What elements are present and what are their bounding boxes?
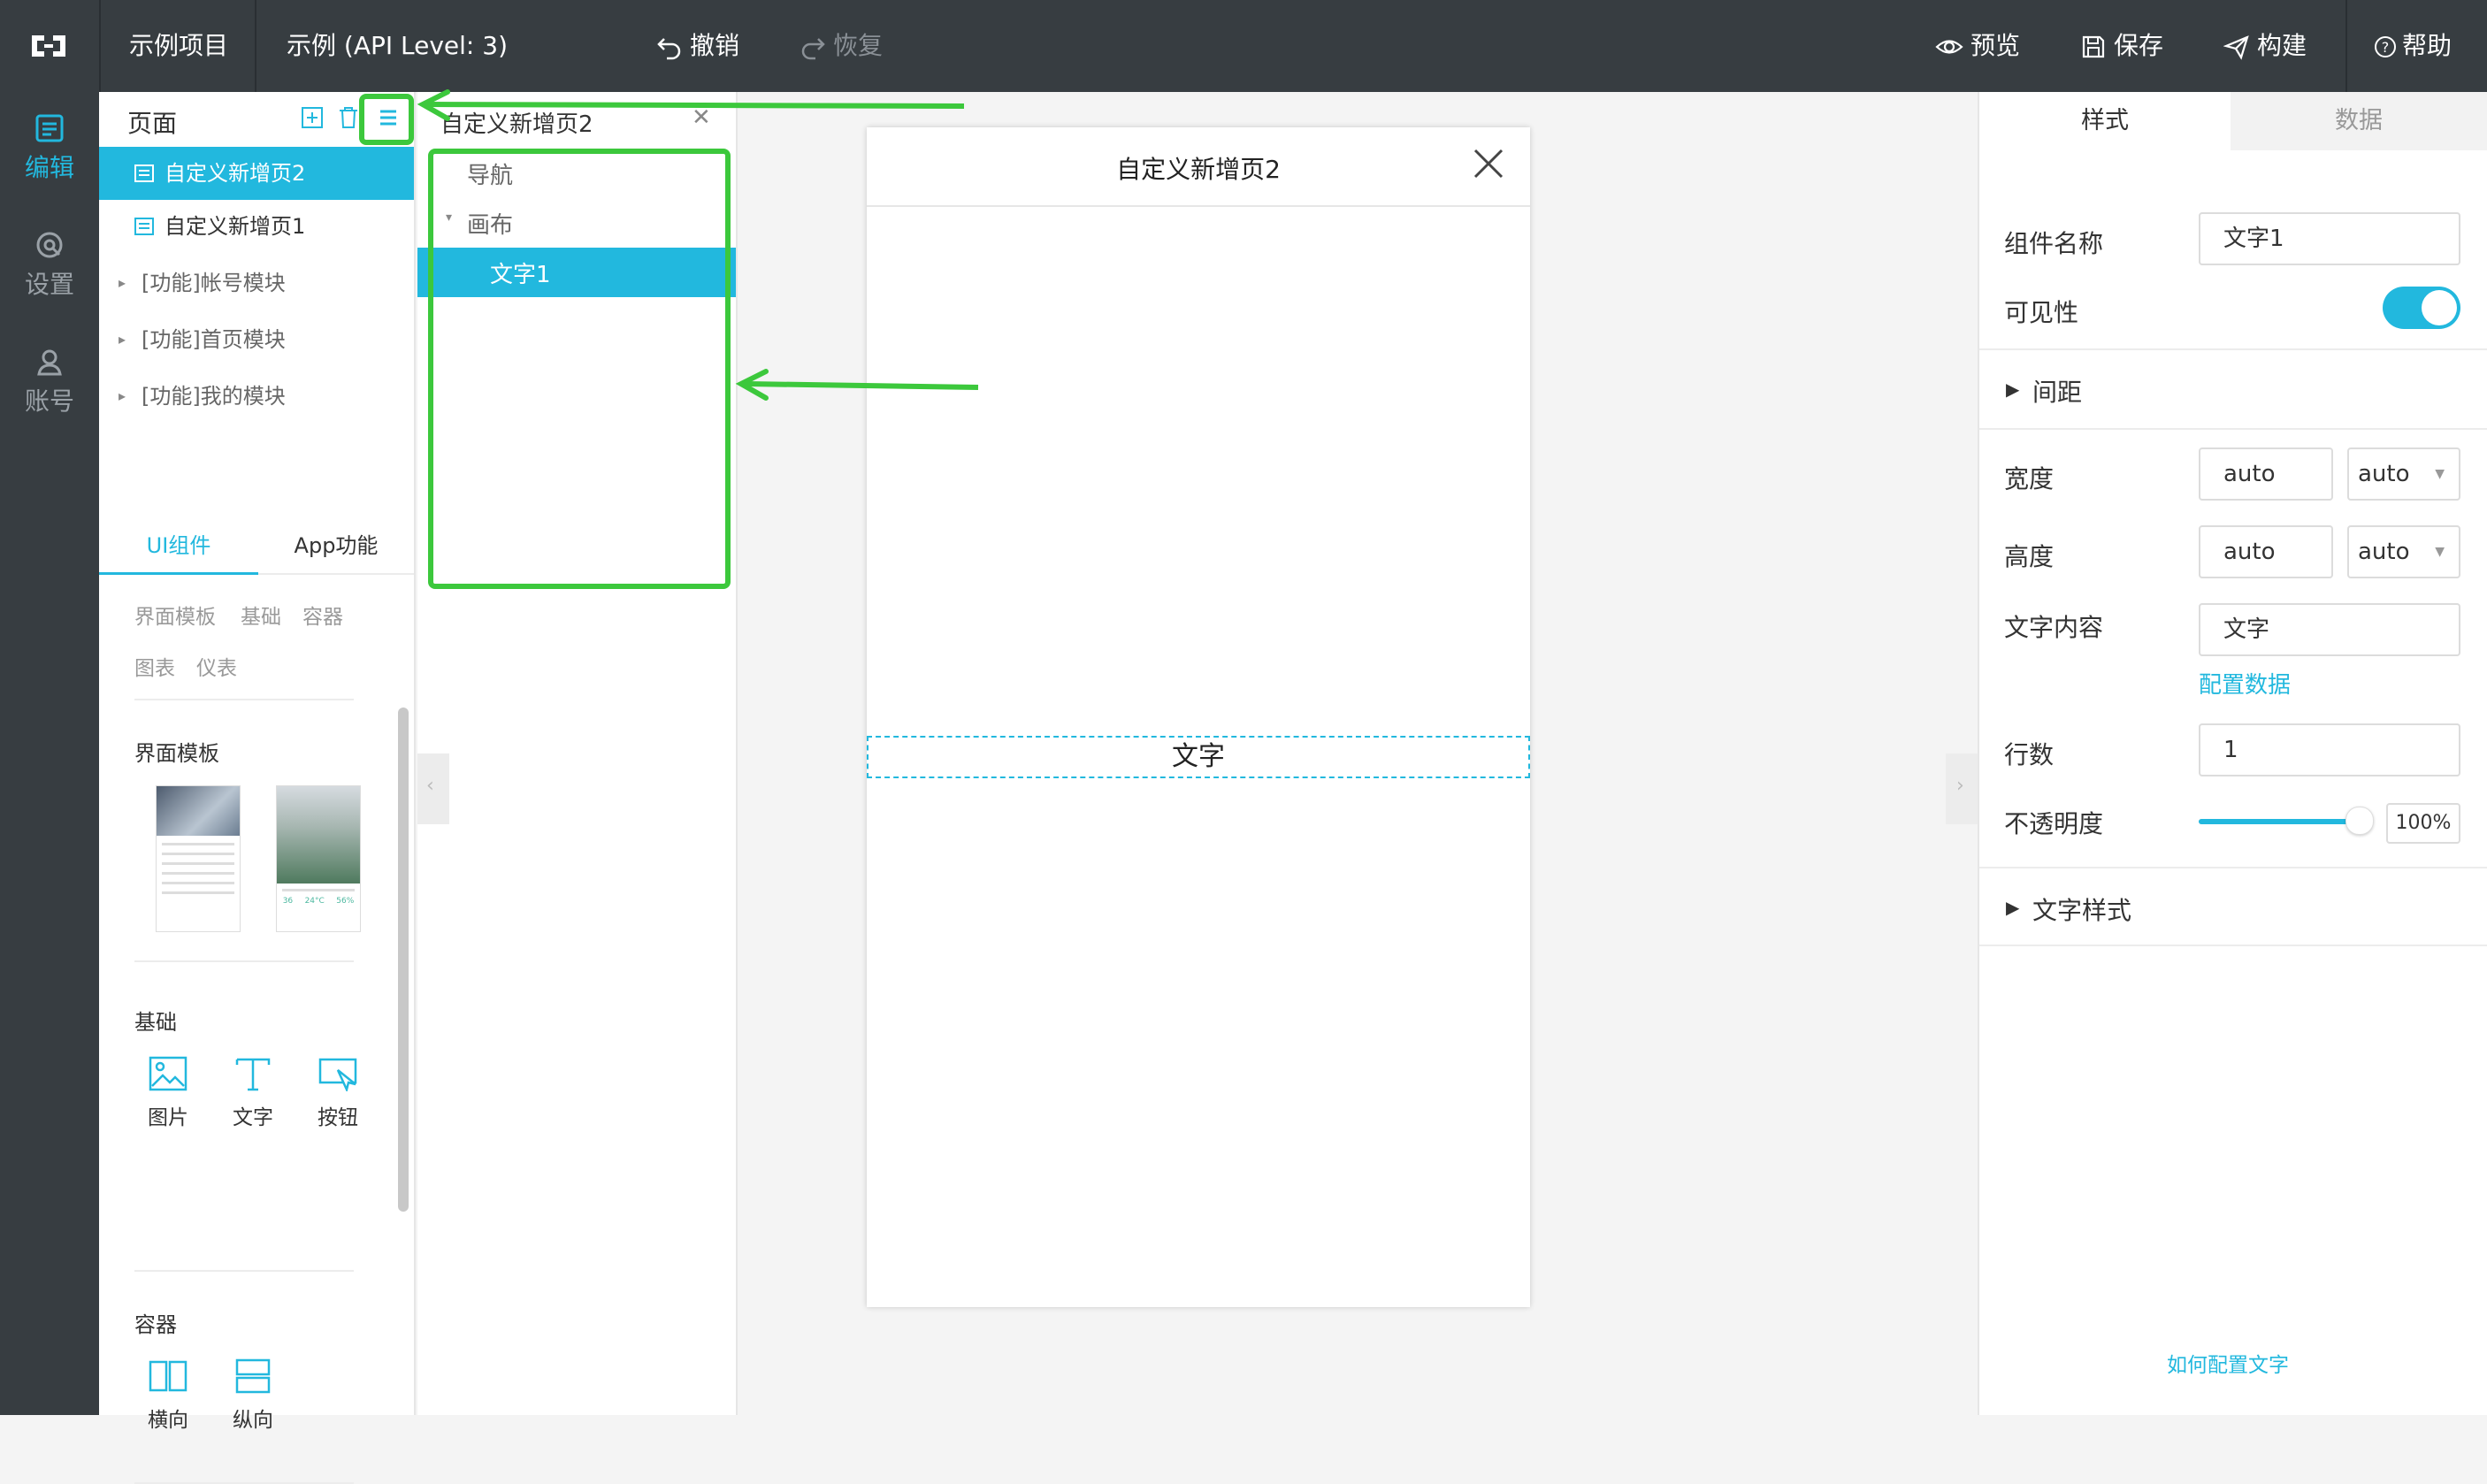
annotation-arrow xyxy=(735,369,979,401)
annotation-arrow xyxy=(417,89,965,121)
annotation-arrows xyxy=(417,89,979,401)
